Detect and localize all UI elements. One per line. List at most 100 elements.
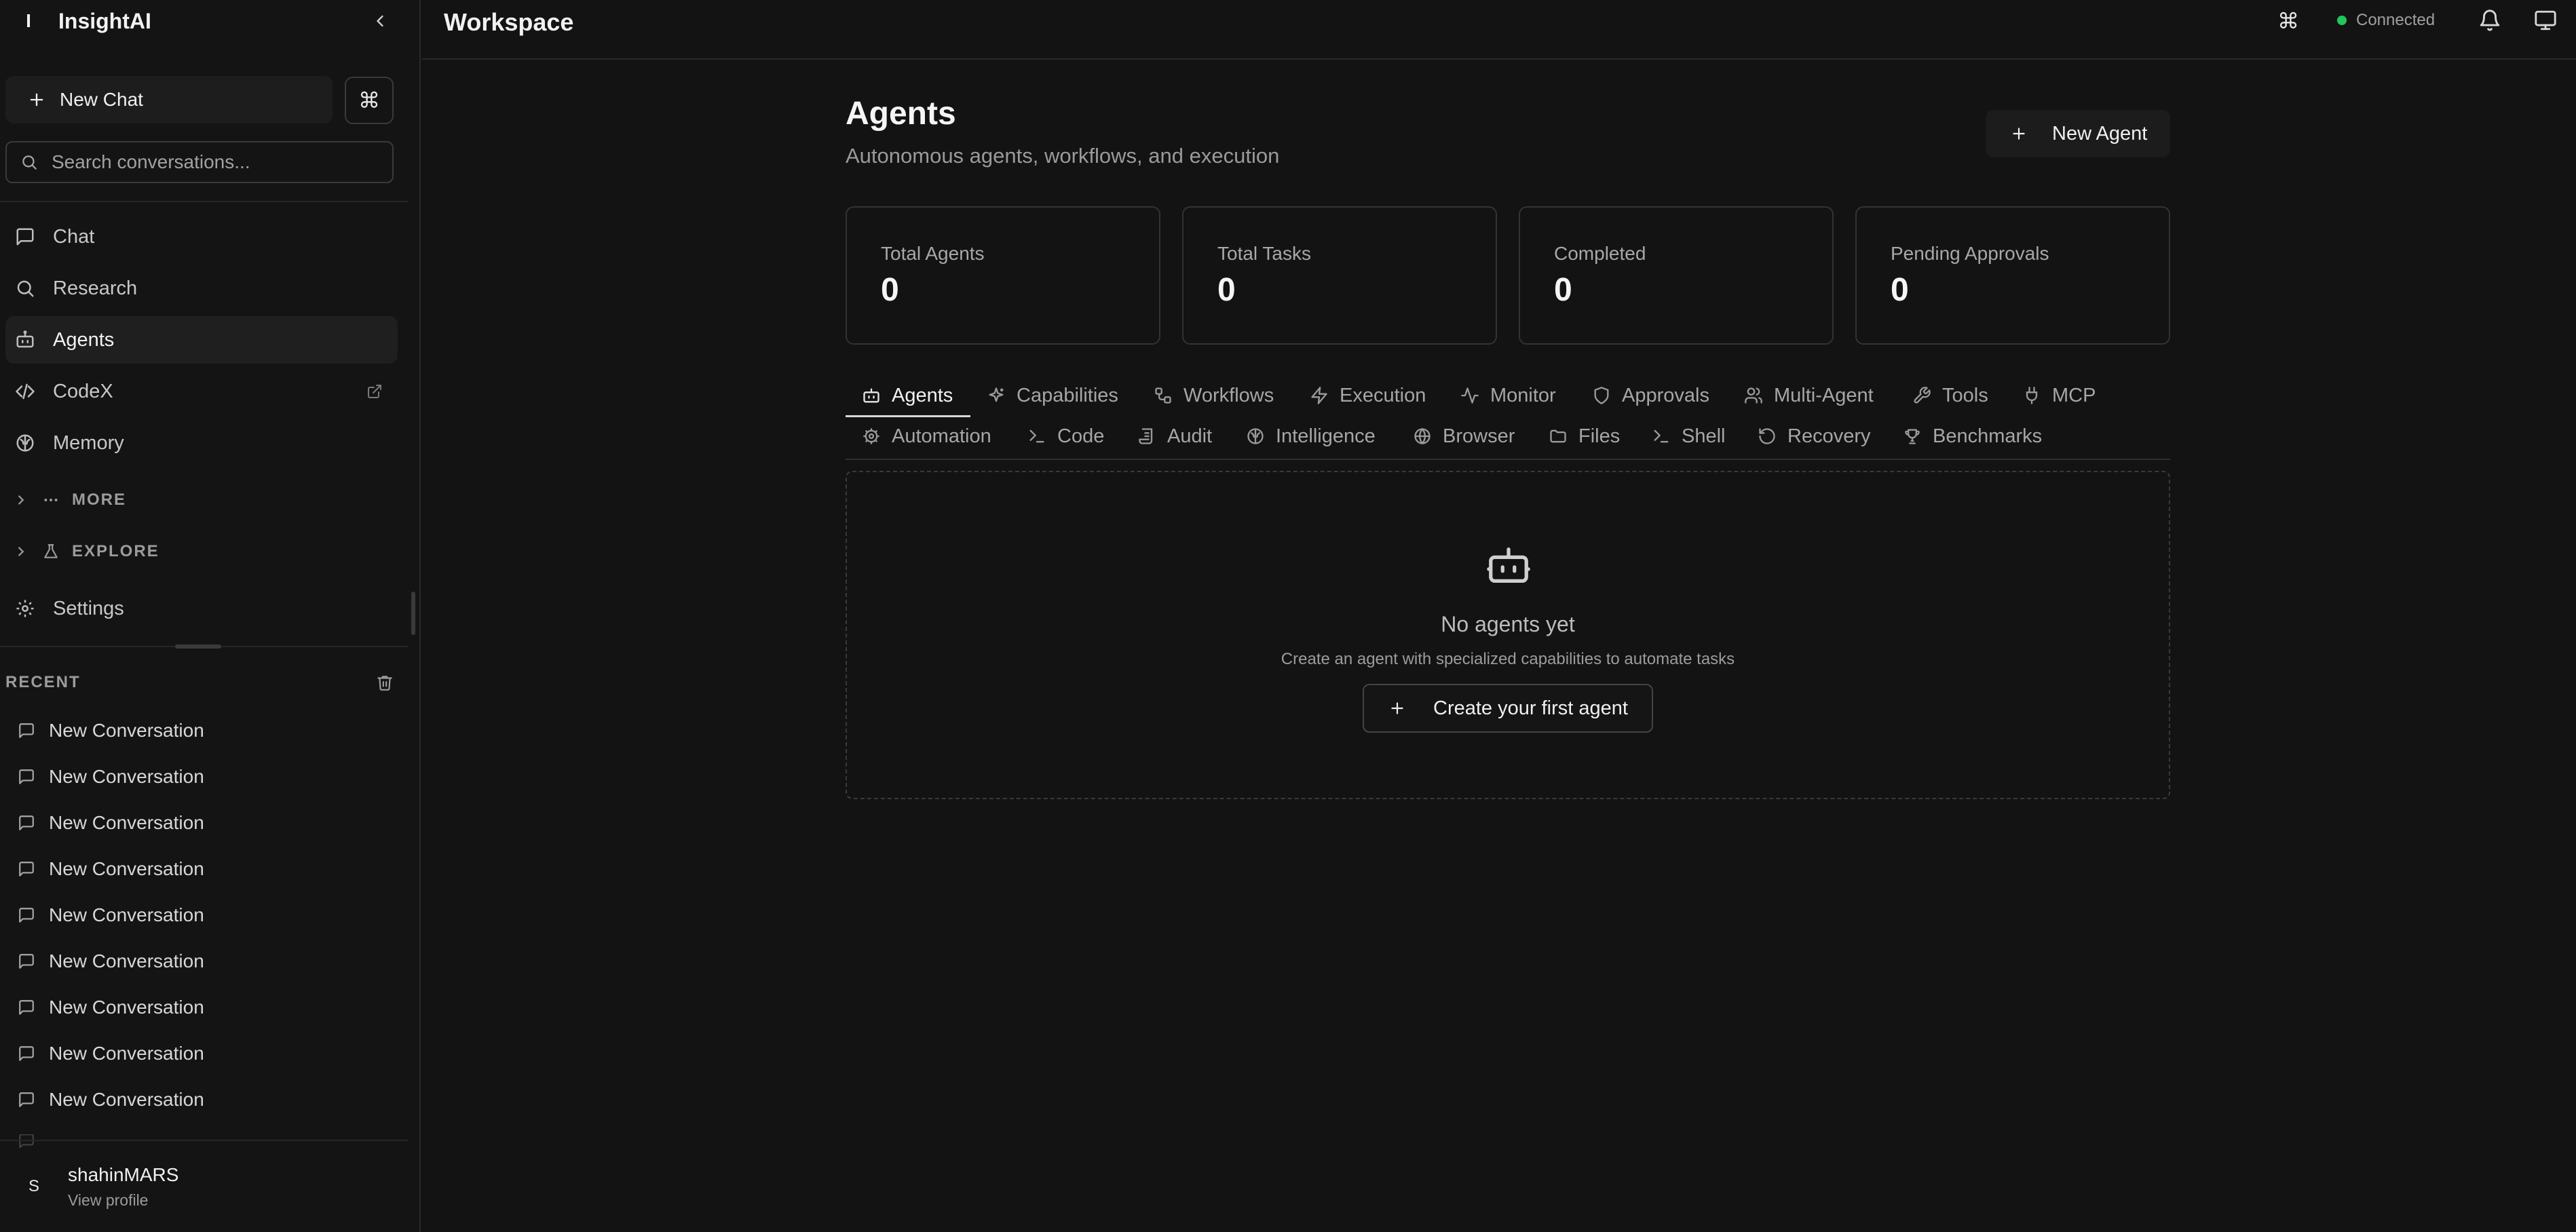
tab-benchmarks[interactable]: Benchmarks [1903, 418, 2042, 455]
tab-recovery[interactable]: Recovery [1758, 418, 1871, 455]
message-square-icon [19, 862, 34, 877]
list-item[interactable]: New Conversation [18, 850, 204, 888]
tabs-divider [846, 459, 2170, 460]
stat-card-total-agents: Total Agents 0 [846, 206, 1160, 345]
tab-multi-agent[interactable]: Multi-Agent [1744, 377, 1874, 414]
app-window: I InsightAI New Chat ⌘ Chat Research [0, 0, 2576, 1232]
cog-icon [863, 428, 879, 444]
stat-card-pending-approvals: Pending Approvals 0 [1855, 206, 2170, 345]
status-dot-icon [2337, 16, 2347, 25]
sidebar-item-agents[interactable]: Agents [5, 316, 398, 364]
tab-approvals[interactable]: Approvals [1592, 377, 1709, 414]
tab-monitor[interactable]: Monitor [1460, 377, 1556, 414]
sidebar-item-label: Settings [53, 597, 124, 619]
zap-icon [1311, 387, 1327, 404]
chevron-right-icon [18, 547, 24, 556]
tab-automation[interactable]: Automation [862, 418, 991, 455]
user-profile[interactable]: S shahinMARS View profile [0, 1140, 409, 1232]
divider [0, 201, 409, 202]
conversation-title: New Conversation [49, 720, 204, 741]
plus-icon [1391, 702, 1403, 714]
tab-mcp[interactable]: MCP [2022, 377, 2096, 414]
collapse-sidebar-button[interactable] [368, 9, 392, 33]
gear-icon [16, 600, 34, 617]
tab-browser[interactable]: Browser [1413, 418, 1515, 455]
message-square-icon [19, 815, 34, 830]
stat-value: 0 [1554, 272, 1572, 308]
avatar: S [28, 1177, 39, 1195]
workflow-icon [1155, 387, 1171, 404]
conversation-title: New Conversation [49, 766, 204, 787]
sidebar-item-memory[interactable]: Memory [5, 419, 398, 467]
tab-label: Recovery [1787, 425, 1871, 447]
list-item[interactable]: New Conversation [18, 758, 204, 796]
view-profile-link[interactable]: View profile [68, 1191, 178, 1210]
terminal-icon [1029, 429, 1044, 443]
more-dots-icon [44, 499, 58, 501]
stat-label: Pending Approvals [1891, 243, 2049, 264]
command-palette-button[interactable]: ⌘ [345, 77, 394, 124]
sidebar-item-chat[interactable]: Chat [5, 213, 398, 261]
bot-icon [863, 388, 879, 403]
resize-handle[interactable] [175, 644, 221, 649]
tab-label: Monitor [1490, 384, 1556, 406]
top-bar: Workspace ⌘ Connected [422, 0, 2576, 60]
list-item[interactable]: New Conversation [18, 712, 204, 750]
new-chat-button[interactable]: New Chat [5, 76, 333, 123]
create-agent-label: Create your first agent [1433, 697, 1628, 719]
list-item[interactable]: New Conversation [18, 988, 204, 1026]
stat-card-total-tasks: Total Tasks 0 [1182, 206, 1497, 345]
tab-shell[interactable]: Shell [1652, 418, 1726, 455]
plug-icon [2026, 387, 2038, 404]
search-input[interactable] [52, 151, 377, 173]
tab-audit[interactable]: Audit [1137, 418, 1212, 455]
tab-label: Automation [892, 425, 991, 447]
message-square-icon [19, 723, 34, 738]
trash-icon[interactable] [376, 674, 394, 691]
list-item[interactable]: New Conversation [18, 942, 204, 980]
bot-icon [1487, 547, 1530, 583]
page-title: Workspace [444, 8, 574, 36]
new-agent-label: New Agent [2052, 122, 2148, 145]
tab-label: Multi-Agent [1774, 384, 1874, 406]
bell-icon[interactable] [2478, 9, 2501, 32]
stat-label: Total Agents [881, 243, 985, 264]
tab-workflows[interactable]: Workflows [1154, 377, 1274, 414]
list-item[interactable]: New Conversation [18, 1035, 204, 1073]
monitor-icon[interactable] [2534, 9, 2557, 32]
agents-subtitle: Autonomous agents, workflows, and execut… [846, 144, 1280, 168]
list-item[interactable]: New Conversation [18, 1081, 204, 1119]
command-icon[interactable]: ⌘ [2277, 8, 2299, 34]
sidebar-item-codex[interactable]: CodeX [5, 368, 398, 415]
tab-tools[interactable]: Tools [1912, 377, 1988, 414]
code-icon [16, 383, 35, 400]
search-conversations[interactable] [5, 141, 394, 183]
message-square-icon [16, 228, 34, 246]
section-toggle-explore[interactable]: EXPLORE [14, 535, 159, 569]
tab-intelligence[interactable]: Intelligence [1246, 418, 1376, 455]
new-agent-button[interactable]: New Agent [1986, 110, 2170, 157]
stat-label: Total Tasks [1217, 243, 1311, 264]
recent-label: RECENT [5, 673, 81, 691]
stat-value: 0 [881, 272, 899, 308]
tab-files[interactable]: Files [1549, 418, 1620, 455]
sidebar-scrollbar[interactable] [411, 592, 415, 635]
sidebar-item-settings[interactable]: Settings [5, 585, 398, 632]
sidebar-item-research[interactable]: Research [5, 265, 398, 312]
brand-name: InsightAI [58, 8, 151, 33]
conversation-title: New Conversation [49, 812, 204, 833]
tab-code[interactable]: Code [1027, 418, 1104, 455]
list-item[interactable]: New Conversation [18, 896, 204, 934]
tab-execution[interactable]: Execution [1310, 377, 1426, 414]
list-item[interactable]: New Conversation [18, 804, 204, 842]
stat-label: Completed [1554, 243, 1646, 264]
tab-capabilities[interactable]: Capabilities [987, 377, 1118, 414]
section-toggle-more[interactable]: MORE [14, 483, 126, 517]
rotate-icon [1759, 428, 1775, 444]
conversation-title: New Conversation [49, 997, 204, 1018]
create-first-agent-button[interactable]: Create your first agent [1363, 684, 1653, 733]
tab-agents[interactable]: Agents [862, 377, 953, 414]
sparkles-icon [989, 387, 1004, 402]
tab-label: Agents [892, 384, 953, 406]
active-tab-indicator [846, 415, 970, 417]
